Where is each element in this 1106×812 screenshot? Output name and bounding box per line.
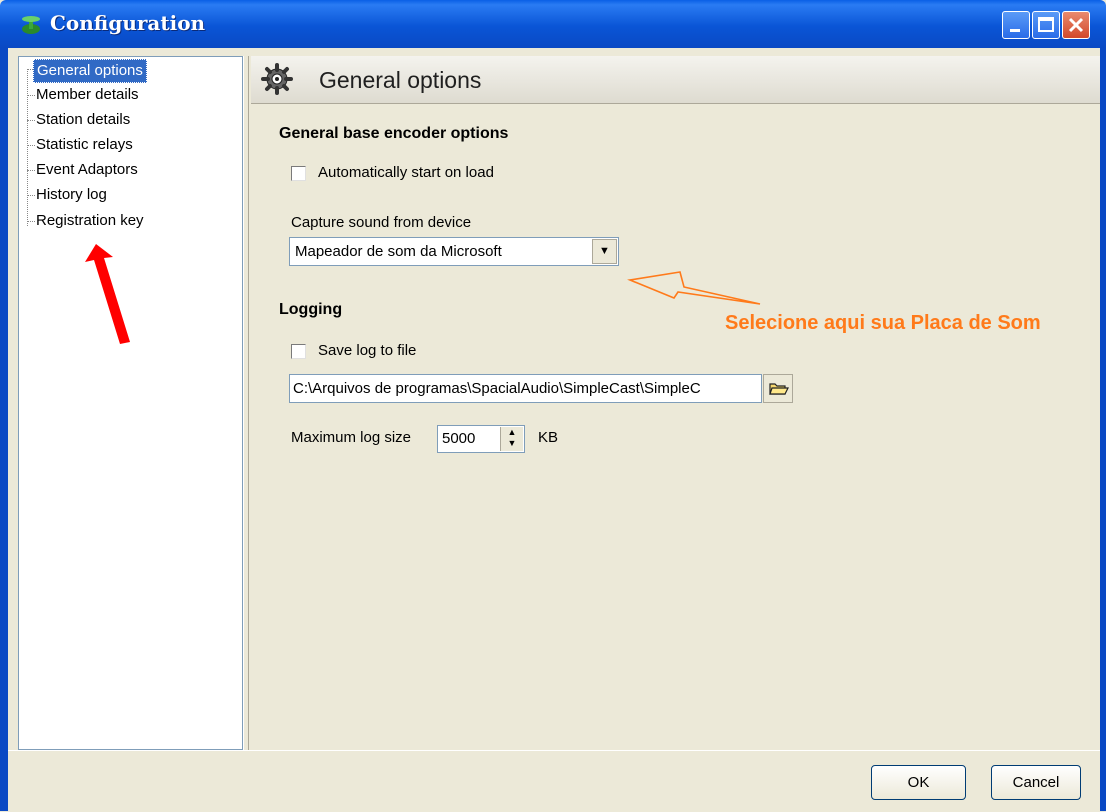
max-log-size-label: Maximum log size <box>291 429 412 446</box>
max-log-size-stepper[interactable]: 5000 ▲ ▼ <box>437 425 525 453</box>
auto-start-label: Automatically start on load <box>318 164 494 181</box>
cancel-button[interactable]: Cancel <box>991 765 1081 800</box>
close-icon <box>1068 17 1084 33</box>
minimize-icon <box>1010 29 1020 32</box>
window-title: Configuration <box>50 11 206 35</box>
red-arrow-icon <box>85 244 130 344</box>
browse-folder-button[interactable] <box>763 374 793 403</box>
window-frame-right <box>1100 48 1106 811</box>
tree-item-registration-key[interactable]: Registration key <box>33 210 147 232</box>
tree-item-general-options[interactable]: General options <box>33 59 147 83</box>
maximize-icon <box>1038 17 1054 32</box>
tree-item-event-adaptors[interactable]: Event Adaptors <box>33 159 141 181</box>
tree-connector <box>27 69 28 226</box>
tree-item-station-details[interactable]: Station details <box>33 109 133 131</box>
spin-arrows-icon[interactable]: ▲ ▼ <box>500 427 523 451</box>
capture-device-select[interactable]: Mapeador de som da Microsoft ▼ <box>289 237 619 266</box>
chevron-down-icon[interactable]: ▼ <box>592 239 617 264</box>
gear-icon <box>261 63 293 95</box>
title-bar: Configuration <box>0 0 1106 48</box>
annotation-text: Selecione aqui sua Placa de Som <box>725 312 1041 334</box>
options-tree: General options Member details Station d… <box>18 56 243 750</box>
window-frame-left <box>0 48 8 811</box>
tree-item-statistic-relays[interactable]: Statistic relays <box>33 134 136 156</box>
options-panel: General options General base encoder opt… <box>251 56 1100 750</box>
capture-device-label: Capture sound from device <box>291 214 472 231</box>
log-path-input[interactable]: C:\Arquivos de programas\SpacialAudio\Si… <box>289 374 762 403</box>
maximize-button[interactable] <box>1032 11 1060 39</box>
tree-item-member-details[interactable]: Member details <box>33 84 142 106</box>
section-title-logging: Logging <box>279 301 343 318</box>
auto-start-checkbox[interactable] <box>291 166 306 181</box>
pane-splitter[interactable] <box>243 56 249 750</box>
max-log-size-value: 5000 <box>442 430 476 447</box>
close-button[interactable] <box>1062 11 1090 39</box>
max-log-size-unit: KB <box>538 429 559 446</box>
minimize-button[interactable] <box>1002 11 1030 39</box>
annotation-arrow-icon <box>627 271 761 305</box>
save-log-label: Save log to file <box>318 342 417 359</box>
save-log-checkbox[interactable] <box>291 344 306 359</box>
app-icon <box>22 16 40 34</box>
capture-device-value: Mapeador de som da Microsoft <box>295 243 502 260</box>
panel-title: General options <box>319 67 482 93</box>
ok-button[interactable]: OK <box>871 765 966 800</box>
folder-icon <box>769 383 789 395</box>
panel-header: General options <box>251 56 1100 104</box>
tree-item-history-log[interactable]: History log <box>33 184 110 206</box>
section-title-encoder: General base encoder options <box>279 125 509 142</box>
